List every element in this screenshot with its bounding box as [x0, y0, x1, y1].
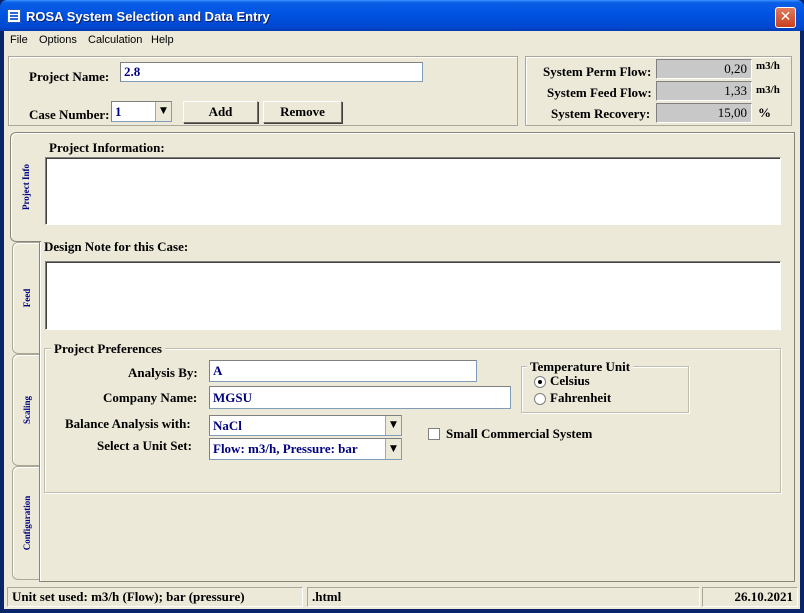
case-number-value: 1 [115, 104, 122, 119]
project-info-label: Project Information: [49, 140, 165, 155]
window-title: ROSA System Selection and Data Entry [26, 9, 270, 24]
design-note-label: Design Note for this Case: [44, 239, 189, 254]
case-number-label: Case Number: [29, 107, 110, 122]
project-preferences-group: Project Preferences Analysis By: A Compa… [44, 341, 781, 493]
feed-flow-label: System Feed Flow: [547, 85, 652, 100]
title-bar[interactable]: ROSA System Selection and Data Entry ✕ [0, 0, 804, 31]
recovery-label: System Recovery: [551, 106, 651, 121]
analysis-by-label: Analysis By: [128, 365, 198, 380]
temperature-unit-group: Temperature Unit Celsius Fahrenheit [521, 359, 689, 413]
fahrenheit-label: Fahrenheit [550, 390, 612, 405]
tab-feed[interactable]: Feed [12, 242, 40, 354]
tab-scaling[interactable]: Scaling [12, 354, 40, 466]
status-unit-set: Unit set used: m3/h (Flow); bar (pressur… [7, 587, 303, 607]
project-info-textarea[interactable] [45, 157, 781, 225]
recovery-unit: % [758, 105, 771, 120]
unit-set-value: Flow: m3/h, Pressure: bar [213, 441, 358, 456]
design-note-textarea[interactable] [45, 261, 781, 330]
tab-configuration[interactable]: Configuration [12, 466, 40, 580]
status-date: 26.10.2021 [702, 587, 798, 607]
remove-button[interactable]: Remove [263, 101, 342, 123]
chevron-down-icon[interactable]: ▼ [155, 102, 171, 121]
status-bar: Unit set used: m3/h (Flow); bar (pressur… [4, 584, 800, 609]
unit-set-label: Select a Unit Set: [97, 438, 192, 453]
feed-flow-unit: m3/h [756, 84, 780, 96]
menu-bar: File Options Calculation Help [4, 31, 800, 51]
add-button[interactable]: Add [183, 101, 258, 123]
small-commercial-checkbox[interactable] [428, 428, 440, 440]
tab-page: Project Information: Design Note for thi… [39, 132, 795, 582]
side-tabs: Project Info Feed Scaling Configuration [10, 132, 41, 582]
system-panel: System Perm Flow: 0,20 m3/h System Feed … [525, 56, 792, 126]
celsius-radio[interactable] [534, 376, 546, 388]
chevron-down-icon[interactable]: ▼ [385, 439, 401, 459]
app-icon [7, 9, 21, 23]
project-panel: Project Name: 2.8 Case Number: 1 ▼ Add R… [8, 56, 518, 126]
chevron-down-icon[interactable]: ▼ [385, 416, 401, 435]
balance-analysis-label: Balance Analysis with: [65, 416, 191, 431]
status-file: .html [307, 587, 700, 607]
balance-analysis-dropdown[interactable]: NaCl ▼ [209, 415, 402, 436]
project-name-label: Project Name: [29, 69, 110, 84]
balance-analysis-value: NaCl [213, 418, 242, 433]
feed-flow-value: 1,33 [656, 81, 752, 101]
case-number-dropdown[interactable]: 1 ▼ [111, 101, 172, 122]
analysis-by-input[interactable]: A [209, 360, 477, 382]
perm-flow-value: 0,20 [656, 59, 752, 79]
close-button[interactable]: ✕ [775, 7, 796, 28]
client-area: File Options Calculation Help Project Na… [4, 31, 800, 609]
menu-options[interactable]: Options [39, 34, 77, 46]
recovery-value: 15,00 [656, 103, 752, 123]
small-commercial-label: Small Commercial System [446, 426, 593, 441]
tab-project-info[interactable]: Project Info [10, 132, 41, 242]
menu-help[interactable]: Help [151, 34, 174, 46]
company-name-label: Company Name: [103, 390, 198, 405]
celsius-label: Celsius [550, 373, 590, 388]
company-name-input[interactable]: MGSU [209, 386, 511, 409]
fahrenheit-radio[interactable] [534, 393, 546, 405]
unit-set-dropdown[interactable]: Flow: m3/h, Pressure: bar ▼ [209, 438, 402, 460]
perm-flow-label: System Perm Flow: [543, 64, 652, 79]
perm-flow-unit: m3/h [756, 60, 780, 72]
project-name-input[interactable]: 2.8 [120, 62, 423, 82]
menu-calculation[interactable]: Calculation [88, 34, 142, 46]
menu-file[interactable]: File [10, 34, 28, 46]
main-window: ROSA System Selection and Data Entry ✕ F… [0, 0, 804, 613]
project-preferences-label: Project Preferences [51, 341, 165, 357]
